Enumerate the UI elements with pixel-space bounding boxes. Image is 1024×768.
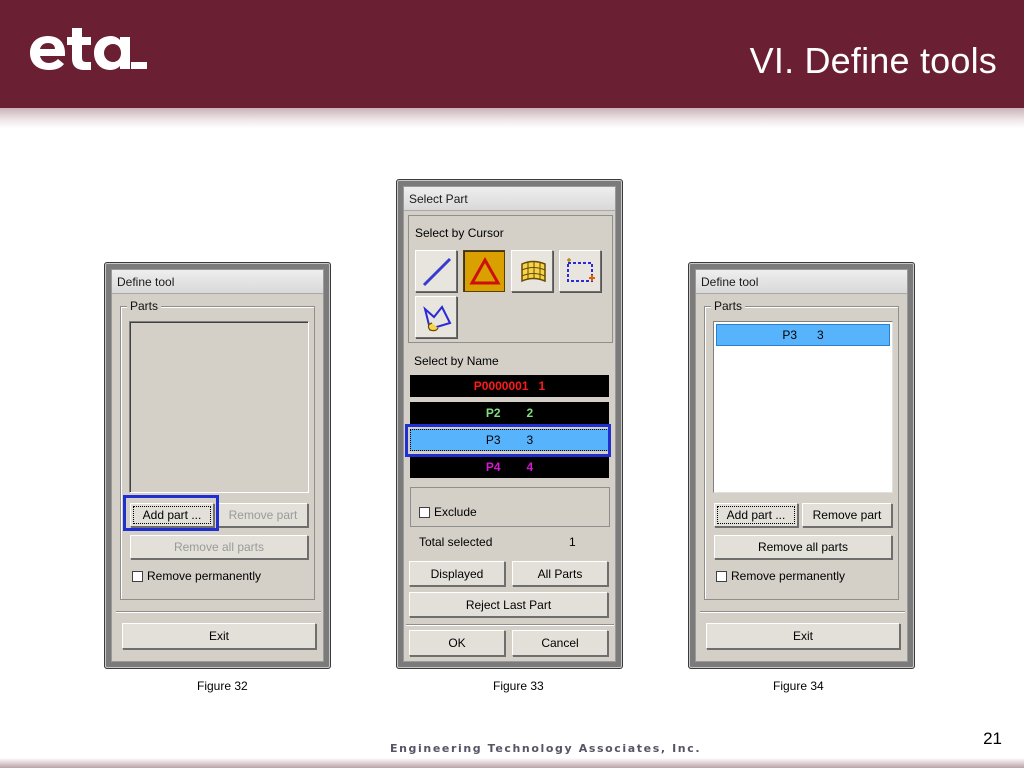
list-item-selected[interactable]: P3 3 — [716, 324, 890, 346]
reject-last-part-button[interactable]: Reject Last Part — [409, 592, 608, 617]
ok-button[interactable]: OK — [409, 630, 505, 656]
remove-permanently-label: Remove permanently — [731, 569, 846, 583]
figure-33-caption: Figure 33 — [493, 679, 544, 693]
select-by-name-label: Select by Name — [414, 354, 499, 368]
part-name: P2 — [485, 406, 501, 420]
box-select-icon[interactable] — [559, 250, 601, 292]
exclude-panel: Exclude — [410, 487, 610, 527]
page-number: 21 — [983, 729, 1002, 748]
total-selected-label: Total selected — [419, 535, 493, 549]
selected-part-highlight — [405, 424, 611, 457]
parts-list[interactable] — [129, 321, 309, 493]
add-part-highlight — [123, 495, 219, 531]
exit-button[interactable]: Exit — [706, 623, 900, 649]
remove-permanently-label: Remove permanently — [147, 569, 262, 583]
window-body: Define tool Parts P3 3 Add part ... Remo… — [695, 269, 908, 662]
parts-list[interactable]: P3 3 — [713, 321, 893, 493]
select-by-cursor-label: Select by Cursor — [415, 226, 504, 240]
define-tool-window-filled: Define tool Parts P3 3 Add part ... Remo… — [688, 262, 915, 669]
checkbox-box[interactable] — [419, 506, 430, 518]
parts-group-label: Parts — [711, 299, 746, 313]
company-name: Engineering Technology Associates, Inc. — [390, 742, 702, 755]
polygon-select-icon[interactable] — [415, 296, 457, 338]
list-item[interactable]: P4 4 — [410, 456, 609, 478]
cancel-button[interactable]: Cancel — [512, 630, 608, 656]
separator — [406, 624, 614, 626]
exclude-label: Exclude — [434, 505, 477, 519]
line-select-icon[interactable] — [415, 250, 457, 292]
displayed-button[interactable]: Displayed — [409, 561, 505, 586]
window-title: Select Part — [404, 187, 615, 211]
checkbox-box[interactable] — [716, 570, 727, 582]
total-selected-value: 1 — [569, 535, 576, 549]
part-id: 2 — [526, 406, 534, 420]
part-id: 4 — [526, 460, 534, 474]
exclude-checkbox[interactable]: Exclude — [419, 505, 477, 519]
footer-bar — [0, 758, 1024, 768]
window-body: Define tool Parts Add part ... Remove pa… — [111, 269, 324, 662]
parts-group-label: Parts — [127, 299, 162, 313]
part-id: 3 — [817, 328, 824, 342]
figure-32-caption: Figure 32 — [197, 679, 248, 693]
window-title: Define tool — [696, 270, 907, 294]
eta-logo — [30, 28, 147, 70]
define-tool-window-empty: Define tool Parts Add part ... Remove pa… — [104, 262, 331, 669]
header-bar: VI. Define tools — [0, 0, 1024, 108]
slide-title: VI. Define tools — [749, 40, 997, 81]
remove-all-parts-button[interactable]: Remove all parts — [130, 535, 308, 559]
remove-permanently-checkbox[interactable]: Remove permanently — [716, 569, 845, 583]
list-item[interactable]: P2 2 — [410, 402, 609, 424]
part-name: P3 — [782, 328, 797, 342]
add-part-button[interactable]: Add part ... — [714, 503, 798, 527]
separator — [116, 611, 321, 613]
triangle-select-icon[interactable] — [463, 250, 505, 292]
parts-group: Parts P3 3 Add part ... Remove part Remo… — [704, 299, 899, 600]
surface-select-icon[interactable] — [511, 250, 553, 292]
part-id: 1 — [538, 379, 546, 393]
remove-part-button[interactable]: Remove part — [218, 503, 308, 527]
part-name: P4 — [485, 460, 501, 474]
figure-34-caption: Figure 34 — [773, 679, 824, 693]
part-name: P0000001 — [473, 379, 529, 393]
parts-group: Parts Add part ... Remove part Remove al… — [120, 299, 315, 600]
checkbox-box[interactable] — [132, 570, 143, 582]
window-title: Define tool — [112, 270, 323, 294]
remove-part-button[interactable]: Remove part — [802, 503, 892, 527]
remove-permanently-checkbox[interactable]: Remove permanently — [132, 569, 261, 583]
separator — [700, 611, 905, 613]
header-fade — [0, 108, 1024, 128]
remove-all-parts-button[interactable]: Remove all parts — [714, 535, 892, 559]
exit-button[interactable]: Exit — [122, 623, 316, 649]
cursor-panel: Select by Cursor — [408, 215, 613, 343]
list-item[interactable]: P0000001 1 — [410, 375, 609, 397]
all-parts-button[interactable]: All Parts — [512, 561, 608, 586]
